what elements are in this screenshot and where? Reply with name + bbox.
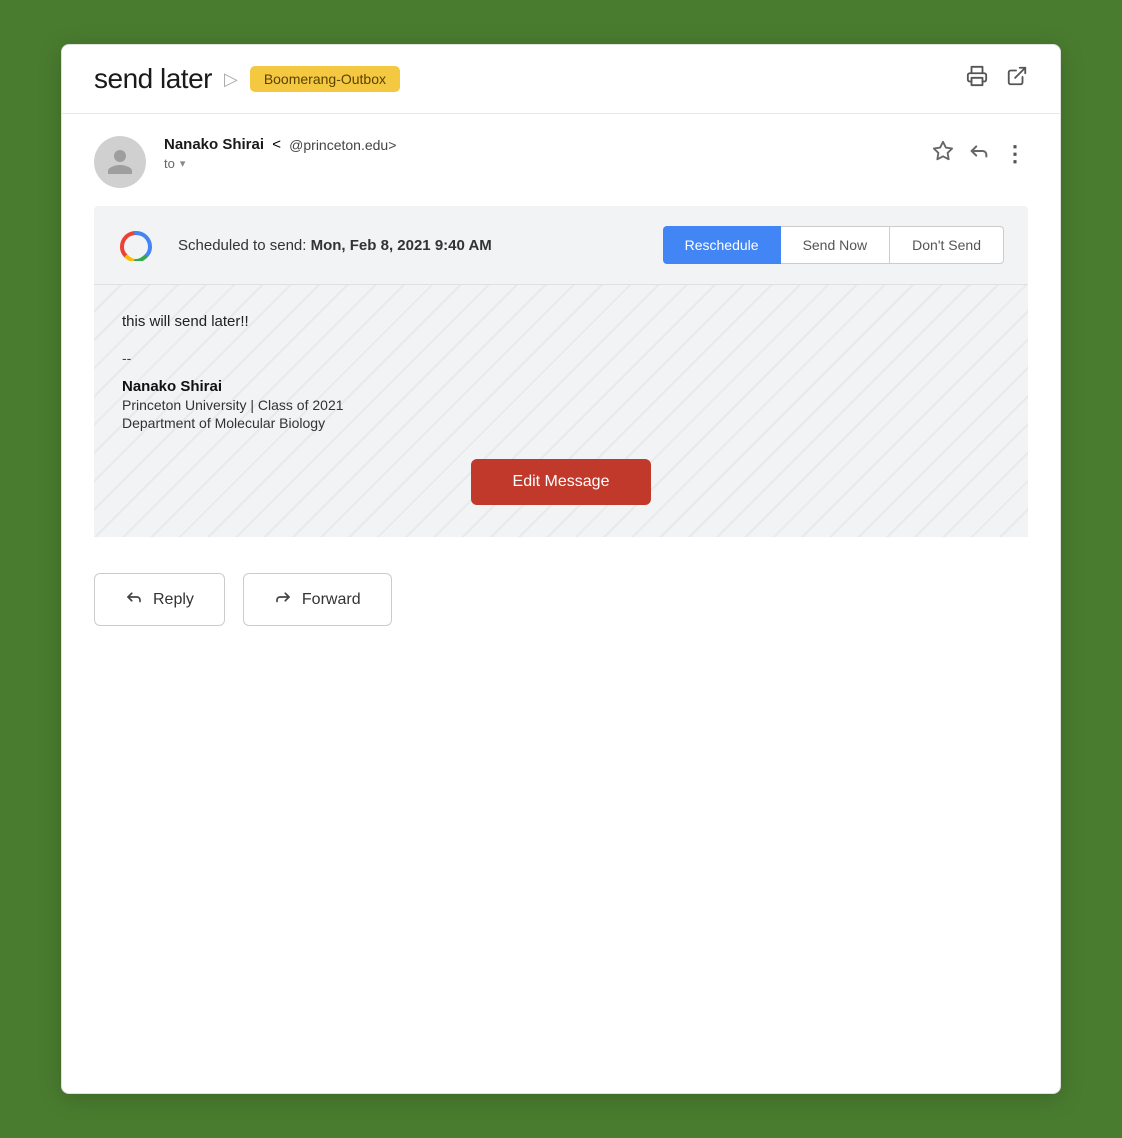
email-title: send later xyxy=(94,63,212,95)
boomerang-logo xyxy=(118,229,154,261)
forward-button[interactable]: Forward xyxy=(243,573,392,626)
print-icon[interactable] xyxy=(966,65,988,93)
outbox-badge: Boomerang-Outbox xyxy=(250,66,400,92)
signature-name: Nanako Shirai xyxy=(122,378,1000,395)
avatar xyxy=(94,136,146,188)
reply-button[interactable]: Reply xyxy=(94,573,225,626)
reschedule-button[interactable]: Reschedule xyxy=(663,226,781,264)
scheduled-date: Mon, Feb 8, 2021 9:40 AM xyxy=(311,237,492,254)
sender-row: Nanako Shirai < @princeton.edu> to ▾ xyxy=(62,114,1060,206)
header-icon-group xyxy=(966,65,1028,93)
star-icon[interactable] xyxy=(932,140,954,167)
scheduled-label: Scheduled to send: Mon, Feb 8, 2021 9:40… xyxy=(178,237,492,254)
dont-send-button[interactable]: Don't Send xyxy=(890,226,1004,264)
sender-actions: ⋮ xyxy=(932,136,1028,167)
forward-label: Forward xyxy=(302,591,361,609)
email-actions: Reply Forward xyxy=(62,537,1060,666)
scheduled-text: Scheduled to send: Mon, Feb 8, 2021 9:40… xyxy=(178,237,643,254)
reply-icon[interactable] xyxy=(968,140,990,167)
email-body: this will send later!! -- Nanako Shirai … xyxy=(94,284,1028,537)
scheduled-buttons: Reschedule Send Now Don't Send xyxy=(663,226,1004,264)
scheduled-section: Scheduled to send: Mon, Feb 8, 2021 9:40… xyxy=(94,206,1028,284)
send-now-button[interactable]: Send Now xyxy=(781,226,891,264)
reply-arrow-icon xyxy=(125,588,143,611)
reply-label: Reply xyxy=(153,591,194,609)
email-body-content: this will send later!! -- Nanako Shirai … xyxy=(122,313,1000,505)
open-external-icon[interactable] xyxy=(1006,65,1028,93)
sender-info: Nanako Shirai < @princeton.edu> to ▾ xyxy=(164,136,914,171)
sender-email: @princeton.edu> xyxy=(289,137,396,153)
forward-arrow-icon xyxy=(274,588,292,611)
email-header: send later ▷ Boomerang-Outbox xyxy=(62,45,1060,114)
more-options-icon[interactable]: ⋮ xyxy=(1004,141,1028,167)
to-label: to xyxy=(164,156,175,171)
chevron-down-icon[interactable]: ▾ xyxy=(180,157,186,170)
email-message: this will send later!! xyxy=(122,313,1000,330)
signature-line1: Princeton University | Class of 2021 xyxy=(122,397,1000,413)
edit-message-button[interactable]: Edit Message xyxy=(471,459,652,505)
sender-email-prefix: < xyxy=(268,136,285,153)
sender-name: Nanako Shirai xyxy=(164,136,264,153)
header-arrow-icon: ▷ xyxy=(224,69,238,90)
email-window: send later ▷ Boomerang-Outbox xyxy=(61,44,1061,1094)
email-separator: -- xyxy=(122,350,1000,366)
signature-line2: Department of Molecular Biology xyxy=(122,415,1000,431)
